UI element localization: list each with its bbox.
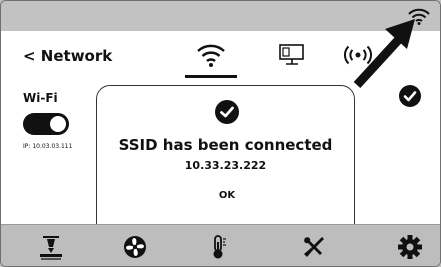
tab-wifi[interactable] <box>185 42 237 78</box>
toggle-knob <box>50 116 66 132</box>
fan-icon[interactable] <box>122 234 148 260</box>
success-check-icon <box>215 100 239 124</box>
settings-gear-icon[interactable] <box>397 234 423 260</box>
ok-button[interactable]: OK <box>202 184 252 208</box>
wifi-tab-icon <box>197 44 225 67</box>
ethernet-icon <box>279 44 304 65</box>
back-button[interactable]: < Network <box>23 47 112 65</box>
bottom-nav <box>1 224 440 266</box>
tools-icon[interactable] <box>301 234 327 260</box>
pointer-arrow-icon <box>353 19 415 89</box>
dialog-ip: 10.33.23.222 <box>184 159 267 172</box>
print-head-icon[interactable] <box>38 234 64 260</box>
connection-dialog: SSID has been connected 10.33.23.222 OK <box>96 85 355 245</box>
dialog-message: SSID has been connected <box>118 136 333 154</box>
wifi-label: Wi-Fi <box>23 91 58 105</box>
ip-address-label: IP: 10.03.03.111 <box>23 143 73 150</box>
thermometer-icon[interactable] <box>205 234 231 260</box>
tab-ethernet[interactable] <box>275 42 309 76</box>
wifi-toggle[interactable] <box>23 113 69 135</box>
device-screen: < Network Wi-Fi IP: 10.03.03.111 SSID ha… <box>0 0 441 267</box>
